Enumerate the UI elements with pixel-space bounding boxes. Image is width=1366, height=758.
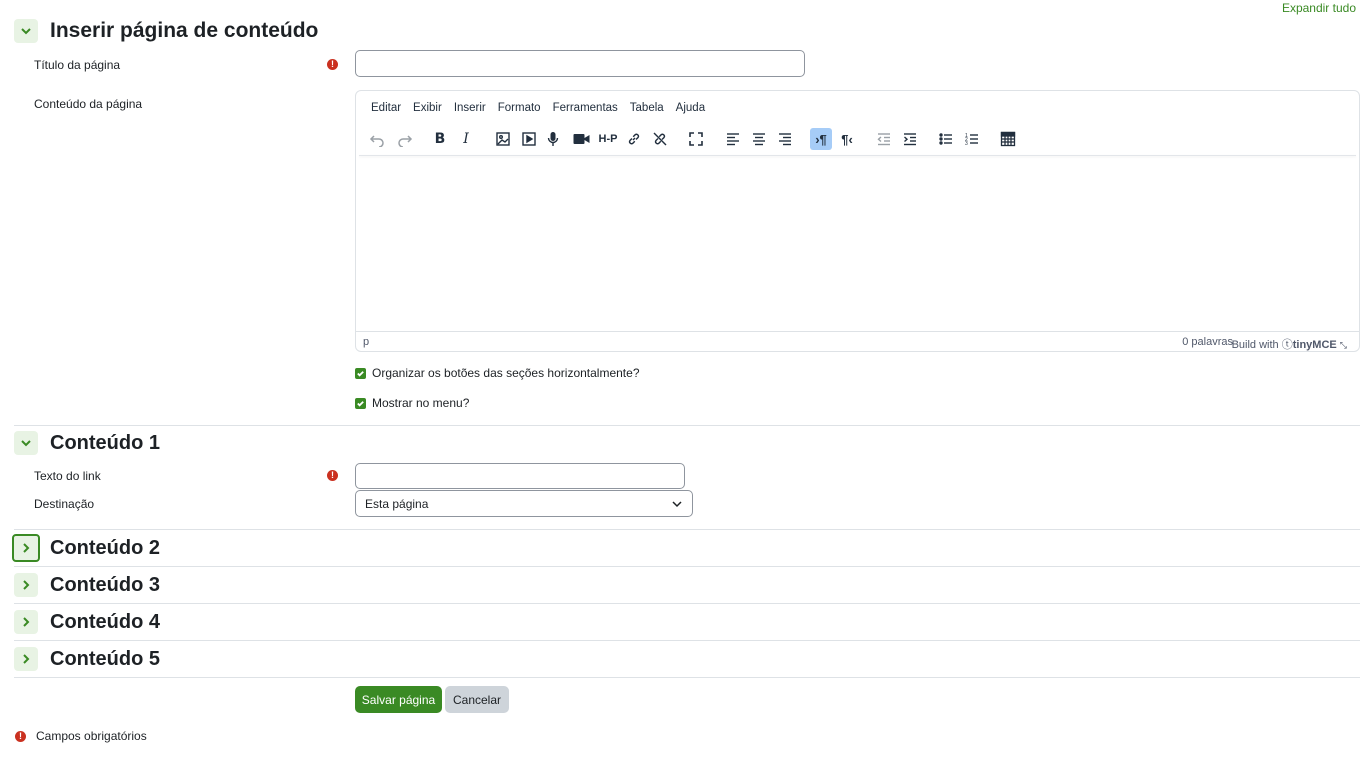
tinymce-logo-icon: ⓣ bbox=[1281, 339, 1293, 351]
destination-label: Destinação bbox=[34, 497, 95, 511]
fullscreen-icon[interactable] bbox=[685, 128, 707, 150]
menu-ferramentas[interactable]: Ferramentas bbox=[553, 102, 618, 114]
video-camera-icon[interactable] bbox=[570, 128, 592, 150]
editor-statusbar: p 0 palavras Build with ⓣtinyMCE ⤡ bbox=[356, 331, 1359, 351]
save-page-button[interactable]: Salvar página bbox=[355, 686, 442, 713]
cancel-button[interactable]: Cancelar bbox=[445, 686, 509, 713]
required-icon: ! bbox=[15, 730, 26, 742]
section-header-conteudo-4: Conteúdo 4 bbox=[14, 610, 160, 634]
editor-toolbar: B I H-P ›¶ ¶‹ 1 2 3 bbox=[356, 125, 1359, 156]
calculator-icon[interactable] bbox=[997, 128, 1019, 150]
section-title: Conteúdo 4 bbox=[50, 610, 160, 633]
checkbox-checked-icon[interactable] bbox=[355, 397, 366, 409]
chevron-right-icon bbox=[23, 580, 30, 590]
menu-editar[interactable]: Editar bbox=[371, 102, 401, 114]
section-divider bbox=[14, 566, 1360, 567]
link-icon[interactable] bbox=[623, 128, 645, 150]
required-fields-note: ! Campos obrigatórios bbox=[15, 729, 147, 743]
chevron-down-icon bbox=[672, 501, 682, 508]
destination-selected-value: Esta página bbox=[365, 497, 429, 511]
section-title: Conteúdo 5 bbox=[50, 647, 160, 670]
expand-toggle-conteudo-5[interactable] bbox=[14, 647, 38, 671]
section-divider bbox=[14, 603, 1360, 604]
unlink-icon[interactable] bbox=[649, 128, 671, 150]
section-header-conteudo-5: Conteúdo 5 bbox=[14, 647, 160, 671]
menu-inserir[interactable]: Inserir bbox=[454, 102, 486, 114]
editor-menubar: Editar Exibir Inserir Formato Ferramenta… bbox=[371, 102, 705, 114]
section-header-conteudo-2: Conteúdo 2 bbox=[12, 534, 160, 562]
media-icon[interactable] bbox=[518, 128, 540, 150]
main-section-header: Inserir página de conteúdo bbox=[14, 19, 318, 43]
align-center-icon[interactable] bbox=[748, 128, 770, 150]
outdent-icon[interactable] bbox=[873, 128, 895, 150]
destination-select[interactable]: Esta página bbox=[355, 490, 693, 517]
align-right-icon[interactable] bbox=[774, 128, 796, 150]
section-divider bbox=[14, 677, 1360, 678]
brand-prefix: Build with bbox=[1231, 339, 1279, 351]
section-divider bbox=[14, 640, 1360, 641]
checkbox-checked-icon[interactable] bbox=[355, 367, 366, 379]
section-header-conteudo-1: Conteúdo 1 bbox=[14, 431, 160, 455]
toolbar-separator bbox=[359, 155, 1356, 156]
link-text-label: Texto do link bbox=[34, 469, 101, 483]
bold-icon[interactable]: B bbox=[429, 128, 451, 150]
italic-icon[interactable]: I bbox=[455, 128, 477, 150]
brand-name: tinyMCE bbox=[1292, 339, 1337, 351]
chevron-down-icon bbox=[21, 28, 31, 35]
show-in-menu-checkbox[interactable]: Mostrar no menu? bbox=[355, 396, 469, 410]
page-title-label: Título da página bbox=[34, 58, 121, 72]
page-content-label: Conteúdo da página bbox=[34, 97, 143, 111]
numbered-list-icon[interactable]: 123 bbox=[961, 128, 983, 150]
menu-ajuda[interactable]: Ajuda bbox=[676, 102, 705, 114]
section-title: Conteúdo 3 bbox=[50, 573, 160, 596]
menu-tabela[interactable]: Tabela bbox=[630, 102, 664, 114]
undo-icon[interactable] bbox=[366, 128, 388, 150]
word-count[interactable]: 0 palavras bbox=[1182, 336, 1233, 348]
collapse-toggle-main[interactable] bbox=[14, 19, 38, 43]
section-title: Conteúdo 1 bbox=[50, 431, 160, 454]
element-path[interactable]: p bbox=[363, 336, 369, 348]
required-fields-label: Campos obrigatórios bbox=[36, 729, 147, 743]
required-icon: ! bbox=[327, 470, 338, 481]
expand-toggle-conteudo-4[interactable] bbox=[14, 610, 38, 634]
redo-icon[interactable] bbox=[394, 128, 416, 150]
tinymce-branding[interactable]: Build with ⓣtinyMCE ⤡ bbox=[1232, 336, 1347, 352]
show-in-menu-label: Mostrar no menu? bbox=[372, 396, 470, 410]
chevron-right-icon bbox=[23, 543, 30, 553]
align-left-icon[interactable] bbox=[722, 128, 744, 150]
image-icon[interactable] bbox=[492, 128, 514, 150]
menu-exibir[interactable]: Exibir bbox=[413, 102, 442, 114]
required-icon: ! bbox=[327, 59, 338, 70]
chevron-down-icon bbox=[21, 440, 31, 447]
rich-text-editor: Editar Exibir Inserir Formato Ferramenta… bbox=[355, 90, 1360, 352]
section-header-conteudo-3: Conteúdo 3 bbox=[14, 573, 160, 597]
section-divider bbox=[14, 425, 1360, 426]
ltr-direction-icon[interactable]: ›¶ bbox=[810, 128, 832, 150]
page-title-input[interactable] bbox=[355, 50, 805, 77]
expand-all-link[interactable]: Expandir tudo bbox=[1282, 1, 1356, 15]
link-text-input[interactable] bbox=[355, 463, 685, 489]
chevron-right-icon bbox=[23, 617, 30, 627]
svg-text:3: 3 bbox=[965, 141, 968, 147]
rtl-direction-icon[interactable]: ¶‹ bbox=[836, 128, 858, 150]
section-title: Conteúdo 2 bbox=[50, 536, 160, 559]
page-title: Inserir página de conteúdo bbox=[50, 19, 319, 42]
editor-content-area[interactable] bbox=[356, 157, 1359, 332]
chevron-right-icon bbox=[23, 654, 30, 664]
menu-formato[interactable]: Formato bbox=[498, 102, 541, 114]
indent-icon[interactable] bbox=[899, 128, 921, 150]
horizontal-buttons-checkbox[interactable]: Organizar os botões das seções horizonta… bbox=[355, 366, 640, 380]
bullet-list-icon[interactable] bbox=[935, 128, 957, 150]
h5p-icon[interactable]: H-P bbox=[596, 128, 620, 150]
collapse-toggle-conteudo-1[interactable] bbox=[14, 431, 38, 455]
resize-handle-icon[interactable]: ⤡ bbox=[1340, 340, 1347, 350]
expand-toggle-conteudo-2[interactable] bbox=[12, 534, 40, 562]
section-divider bbox=[14, 529, 1360, 530]
expand-toggle-conteudo-3[interactable] bbox=[14, 573, 38, 597]
horizontal-buttons-label: Organizar os botões das seções horizonta… bbox=[372, 366, 640, 380]
microphone-icon[interactable] bbox=[542, 128, 564, 150]
